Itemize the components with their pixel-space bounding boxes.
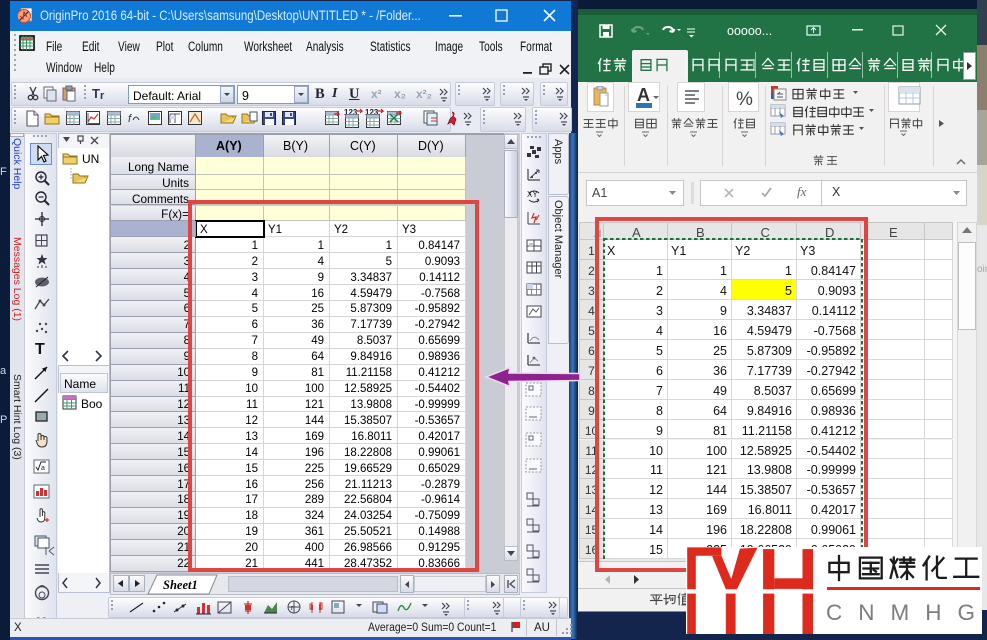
svg-text:f: f (128, 113, 132, 125)
svg-text:%: % (736, 89, 753, 110)
svg-text:a: a (41, 465, 45, 472)
